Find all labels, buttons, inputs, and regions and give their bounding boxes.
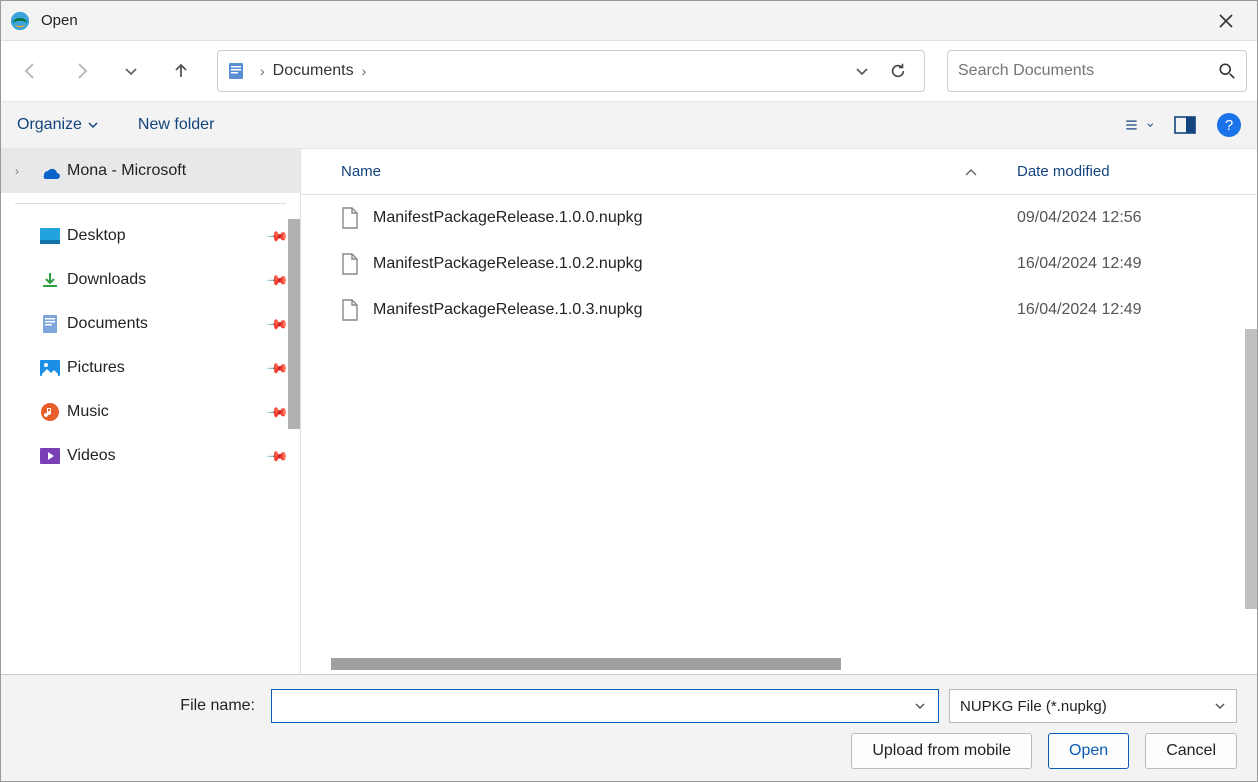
- address-history-dropdown[interactable]: [844, 53, 880, 89]
- view-options-button[interactable]: [1125, 111, 1153, 139]
- sidebar-item-videos[interactable]: Videos 📌: [1, 434, 300, 478]
- document-location-icon: [226, 61, 246, 81]
- forward-button[interactable]: [61, 51, 101, 91]
- sidebar-separator: [15, 203, 286, 204]
- file-list-hscrollbar[interactable]: [301, 654, 1257, 674]
- search-box[interactable]: [947, 50, 1247, 92]
- breadcrumb-separator-icon: ›: [260, 63, 265, 79]
- search-icon[interactable]: [1218, 62, 1236, 80]
- cancel-label: Cancel: [1166, 742, 1216, 760]
- videos-icon: [39, 445, 61, 467]
- file-list-panel: Name Date modified ManifestPackageReleas…: [301, 149, 1257, 674]
- sort-ascending-icon: [965, 168, 977, 176]
- organize-menu[interactable]: Organize: [17, 116, 98, 134]
- file-icon: [341, 299, 363, 321]
- desktop-icon: [39, 225, 61, 247]
- recent-locations-button[interactable]: [111, 51, 151, 91]
- open-dialog-window: Open › Documents ›: [0, 0, 1258, 782]
- sidebar-scrollbar-thumb[interactable]: [288, 219, 300, 429]
- sidebar-item-label: Desktop: [67, 227, 126, 245]
- window-title: Open: [41, 12, 1203, 29]
- sidebar-item-music[interactable]: Music 📌: [1, 390, 300, 434]
- address-bar[interactable]: › Documents ›: [217, 50, 925, 92]
- cancel-button[interactable]: Cancel: [1145, 733, 1237, 769]
- breadcrumb-documents[interactable]: Documents: [273, 62, 354, 80]
- download-icon: [39, 269, 61, 291]
- open-button[interactable]: Open: [1048, 733, 1129, 769]
- pin-icon: 📌: [265, 444, 289, 468]
- sidebar-item-label: Pictures: [67, 359, 125, 377]
- column-name-label: Name: [341, 163, 381, 180]
- dialog-footer: File name: NUPKG File (*.nupkg) Upload f…: [1, 674, 1257, 781]
- sidebar-item-label: Downloads: [67, 271, 146, 289]
- sidebar-item-pictures[interactable]: Pictures 📌: [1, 346, 300, 390]
- organize-label: Organize: [17, 116, 82, 134]
- new-folder-button[interactable]: New folder: [138, 116, 214, 134]
- navigation-sidebar: › Mona - Microsoft Desktop 📌 Downloads 📌: [1, 149, 301, 674]
- column-header-name[interactable]: Name: [341, 163, 1017, 180]
- pin-icon: 📌: [265, 224, 289, 248]
- file-date: 09/04/2024 12:56: [1017, 209, 1257, 227]
- sidebar-item-label: Documents: [67, 315, 148, 333]
- file-name: ManifestPackageRelease.1.0.0.nupkg: [373, 209, 1017, 227]
- pin-icon: 📌: [265, 312, 289, 336]
- file-type-filter-label: NUPKG File (*.nupkg): [960, 698, 1107, 715]
- sidebar-item-desktop[interactable]: Desktop 📌: [1, 214, 300, 258]
- document-icon: [39, 313, 61, 335]
- upload-from-mobile-button[interactable]: Upload from mobile: [851, 733, 1032, 769]
- file-row[interactable]: ManifestPackageRelease.1.0.3.nupkg16/04/…: [301, 287, 1257, 333]
- filename-combobox[interactable]: [271, 689, 939, 723]
- close-button[interactable]: [1203, 1, 1249, 41]
- pin-icon: 📌: [265, 356, 289, 380]
- file-name: ManifestPackageRelease.1.0.2.nupkg: [373, 255, 1017, 273]
- column-header-date[interactable]: Date modified: [1017, 163, 1257, 180]
- sidebar-item-downloads[interactable]: Downloads 📌: [1, 258, 300, 302]
- file-icon: [341, 253, 363, 275]
- search-input[interactable]: [958, 62, 1218, 80]
- up-button[interactable]: [161, 51, 201, 91]
- pin-icon: 📌: [265, 268, 289, 292]
- upload-label: Upload from mobile: [872, 742, 1011, 760]
- file-name: ManifestPackageRelease.1.0.3.nupkg: [373, 301, 1017, 319]
- music-icon: [39, 401, 61, 423]
- sidebar-item-documents[interactable]: Documents 📌: [1, 302, 300, 346]
- main-area: › Mona - Microsoft Desktop 📌 Downloads 📌: [1, 149, 1257, 674]
- help-button[interactable]: ?: [1217, 113, 1241, 137]
- file-date: 16/04/2024 12:49: [1017, 255, 1257, 273]
- column-date-label: Date modified: [1017, 163, 1110, 180]
- file-date: 16/04/2024 12:49: [1017, 301, 1257, 319]
- hscroll-thumb[interactable]: [331, 658, 841, 670]
- sidebar-item-label: Videos: [67, 447, 116, 465]
- pictures-icon: [39, 357, 61, 379]
- file-rows-container: ManifestPackageRelease.1.0.0.nupkg09/04/…: [301, 195, 1257, 333]
- filename-input[interactable]: [278, 698, 908, 715]
- nav-bar: › Documents ›: [1, 41, 1257, 101]
- file-type-filter[interactable]: NUPKG File (*.nupkg): [949, 689, 1237, 723]
- back-button[interactable]: [11, 51, 51, 91]
- file-row[interactable]: ManifestPackageRelease.1.0.2.nupkg16/04/…: [301, 241, 1257, 287]
- new-folder-label: New folder: [138, 116, 214, 134]
- edge-app-icon: [9, 10, 31, 32]
- sidebar-root-label: Mona - Microsoft: [67, 162, 186, 180]
- title-bar: Open: [1, 1, 1257, 41]
- breadcrumb-separator-icon: ›: [362, 63, 367, 79]
- sidebar-root-onedrive[interactable]: › Mona - Microsoft: [1, 149, 300, 193]
- chevron-right-icon: ›: [15, 164, 33, 178]
- file-icon: [341, 207, 363, 229]
- chevron-down-icon: [1147, 120, 1153, 130]
- open-label: Open: [1069, 742, 1108, 760]
- filename-label: File name:: [21, 697, 261, 715]
- filename-dropdown-icon[interactable]: [908, 700, 932, 712]
- preview-pane-button[interactable]: [1171, 111, 1199, 139]
- file-row[interactable]: ManifestPackageRelease.1.0.0.nupkg09/04/…: [301, 195, 1257, 241]
- refresh-button[interactable]: [880, 53, 916, 89]
- file-list-vscrollbar-thumb[interactable]: [1245, 329, 1257, 609]
- chevron-down-icon: [88, 120, 98, 130]
- sidebar-item-label: Music: [67, 403, 109, 421]
- command-toolbar: Organize New folder ?: [1, 101, 1257, 149]
- file-list-header: Name Date modified: [301, 149, 1257, 195]
- pin-icon: 📌: [265, 400, 289, 424]
- chevron-down-icon: [1214, 700, 1226, 712]
- onedrive-icon: [39, 160, 61, 182]
